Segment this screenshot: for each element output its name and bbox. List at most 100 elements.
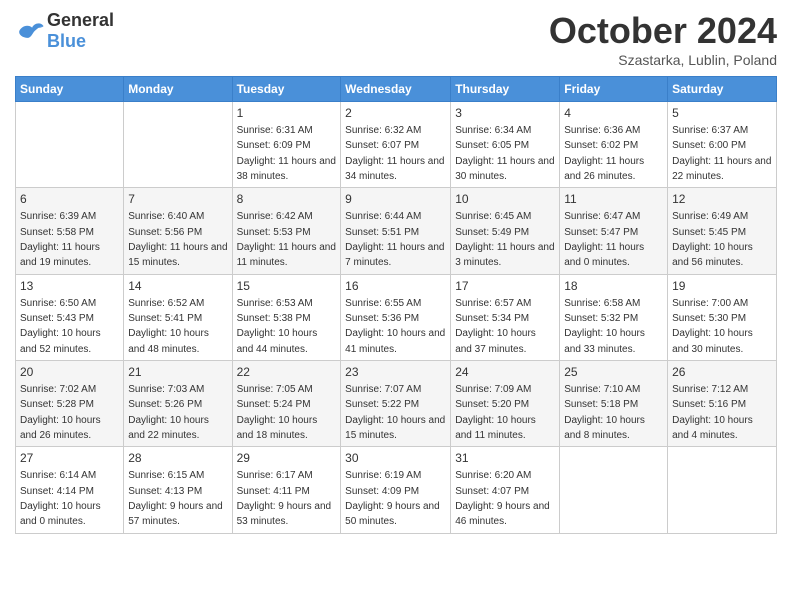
day-info: Sunrise: 6:49 AMSunset: 5:45 PMDaylight:… <box>672 211 753 268</box>
day-cell: 18Sunrise: 6:58 AMSunset: 5:32 PMDayligh… <box>560 274 668 360</box>
day-info: Sunrise: 6:37 AMSunset: 6:00 PMDaylight:… <box>672 125 771 182</box>
week-row-0: 1 Sunrise: 6:31 AMSunset: 6:09 PMDaylight… <box>16 102 777 188</box>
week-row-1: 6 Sunrise: 6:39 AMSunset: 5:58 PMDaylight… <box>16 188 777 274</box>
day-cell: 16 Sunrise: 6:55 AMSunset: 5:36 PMDayligh… <box>341 274 451 360</box>
day-info: Sunrise: 6:52 AMSunset: 5:41 PMDaylight:… <box>128 298 209 355</box>
day-info: Sunrise: 6:39 AMSunset: 5:58 PMDaylight:… <box>20 211 100 268</box>
header: General Blue October 2024 Szastarka, Lub… <box>15 10 777 68</box>
day-number: 1 <box>237 105 337 122</box>
day-number: 16 <box>345 278 446 295</box>
day-cell: 7 Sunrise: 6:40 AMSunset: 5:56 PMDaylight… <box>124 188 232 274</box>
header-monday: Monday <box>124 77 232 102</box>
day-info: Sunrise: 7:10 AMSunset: 5:18 PMDaylight:… <box>564 384 645 441</box>
day-number: 4 <box>564 105 663 122</box>
day-number: 11 <box>564 191 663 208</box>
logo-general: General <box>47 10 114 30</box>
day-number: 2 <box>345 105 446 122</box>
day-info: Sunrise: 7:07 AMSunset: 5:22 PMDaylight:… <box>345 384 445 441</box>
day-info: Sunrise: 6:40 AMSunset: 5:56 PMDaylight:… <box>128 211 227 268</box>
day-info: Sunrise: 7:12 AMSunset: 5:16 PMDaylight:… <box>672 384 753 441</box>
day-cell <box>124 102 232 188</box>
day-cell: 10 Sunrise: 6:45 AMSunset: 5:49 PMDayligh… <box>451 188 560 274</box>
day-cell <box>668 447 777 533</box>
day-info: Sunrise: 7:03 AMSunset: 5:26 PMDaylight:… <box>128 384 209 441</box>
day-number: 14 <box>128 278 227 295</box>
day-cell: 17 Sunrise: 6:57 AMSunset: 5:34 PMDayligh… <box>451 274 560 360</box>
logo-blue: Blue <box>47 31 86 51</box>
week-row-4: 27 Sunrise: 6:14 AMSunset: 4:14 PMDayligh… <box>16 447 777 533</box>
day-cell: 3Sunrise: 6:34 AMSunset: 6:05 PMDaylight… <box>451 102 560 188</box>
day-cell: 30Sunrise: 6:19 AMSunset: 4:09 PMDayligh… <box>341 447 451 533</box>
day-number: 31 <box>455 450 555 467</box>
day-cell: 2 Sunrise: 6:32 AMSunset: 6:07 PMDaylight… <box>341 102 451 188</box>
day-info: Sunrise: 6:36 AMSunset: 6:02 PMDaylight:… <box>564 125 644 182</box>
day-number: 13 <box>20 278 119 295</box>
logo-icon <box>15 19 45 43</box>
day-number: 21 <box>128 364 227 381</box>
day-cell: 6 Sunrise: 6:39 AMSunset: 5:58 PMDaylight… <box>16 188 124 274</box>
day-info: Sunrise: 6:57 AMSunset: 5:34 PMDaylight:… <box>455 298 536 355</box>
day-info: Sunrise: 6:31 AMSunset: 6:09 PMDaylight:… <box>237 125 336 182</box>
day-cell: 5 Sunrise: 6:37 AMSunset: 6:00 PMDaylight… <box>668 102 777 188</box>
day-cell <box>560 447 668 533</box>
day-number: 7 <box>128 191 227 208</box>
day-number: 6 <box>20 191 119 208</box>
day-cell: 12 Sunrise: 6:49 AMSunset: 5:45 PMDayligh… <box>668 188 777 274</box>
day-info: Sunrise: 7:00 AMSunset: 5:30 PMDaylight:… <box>672 298 753 355</box>
day-number: 30 <box>345 450 446 467</box>
day-info: Sunrise: 6:44 AMSunset: 5:51 PMDaylight:… <box>345 211 444 268</box>
header-saturday: Saturday <box>668 77 777 102</box>
header-sunday: Sunday <box>16 77 124 102</box>
day-number: 3 <box>455 105 555 122</box>
header-tuesday: Tuesday <box>232 77 341 102</box>
day-number: 27 <box>20 450 119 467</box>
day-info: Sunrise: 6:47 AMSunset: 5:47 PMDaylight:… <box>564 211 644 268</box>
day-info: Sunrise: 6:55 AMSunset: 5:36 PMDaylight:… <box>345 298 445 355</box>
header-wednesday: Wednesday <box>341 77 451 102</box>
day-number: 9 <box>345 191 446 208</box>
day-info: Sunrise: 6:15 AMSunset: 4:13 PMDaylight:… <box>128 470 223 527</box>
day-cell: 15 Sunrise: 6:53 AMSunset: 5:38 PMDayligh… <box>232 274 341 360</box>
day-cell: 9 Sunrise: 6:44 AMSunset: 5:51 PMDaylight… <box>341 188 451 274</box>
day-number: 5 <box>672 105 772 122</box>
day-number: 19 <box>672 278 772 295</box>
day-info: Sunrise: 7:02 AMSunset: 5:28 PMDaylight:… <box>20 384 101 441</box>
day-cell: 11 Sunrise: 6:47 AMSunset: 5:47 PMDayligh… <box>560 188 668 274</box>
day-cell: 31 Sunrise: 6:20 AMSunset: 4:07 PMDayligh… <box>451 447 560 533</box>
week-row-2: 13 Sunrise: 6:50 AMSunset: 5:43 PMDayligh… <box>16 274 777 360</box>
day-number: 12 <box>672 191 772 208</box>
day-cell: 22Sunrise: 7:05 AMSunset: 5:24 PMDayligh… <box>232 361 341 447</box>
day-info: Sunrise: 6:50 AMSunset: 5:43 PMDaylight:… <box>20 298 101 355</box>
day-cell: 1 Sunrise: 6:31 AMSunset: 6:09 PMDaylight… <box>232 102 341 188</box>
day-cell: 26Sunrise: 7:12 AMSunset: 5:16 PMDayligh… <box>668 361 777 447</box>
calendar-table: Sunday Monday Tuesday Wednesday Thursday… <box>15 76 777 534</box>
day-cell: 24 Sunrise: 7:09 AMSunset: 5:20 PMDayligh… <box>451 361 560 447</box>
day-cell: 4 Sunrise: 6:36 AMSunset: 6:02 PMDaylight… <box>560 102 668 188</box>
day-info: Sunrise: 6:53 AMSunset: 5:38 PMDaylight:… <box>237 298 318 355</box>
day-cell <box>16 102 124 188</box>
logo-text: General Blue <box>47 10 114 52</box>
day-number: 24 <box>455 364 555 381</box>
day-info: Sunrise: 6:20 AMSunset: 4:07 PMDaylight:… <box>455 470 550 527</box>
header-friday: Friday <box>560 77 668 102</box>
day-cell: 27 Sunrise: 6:14 AMSunset: 4:14 PMDayligh… <box>16 447 124 533</box>
week-row-3: 20Sunrise: 7:02 AMSunset: 5:28 PMDayligh… <box>16 361 777 447</box>
day-number: 17 <box>455 278 555 295</box>
day-info: Sunrise: 6:58 AMSunset: 5:32 PMDaylight:… <box>564 298 645 355</box>
day-cell: 29Sunrise: 6:17 AMSunset: 4:11 PMDayligh… <box>232 447 341 533</box>
title-area: October 2024 Szastarka, Lublin, Poland <box>549 10 777 68</box>
header-thursday: Thursday <box>451 77 560 102</box>
day-info: Sunrise: 7:09 AMSunset: 5:20 PMDaylight:… <box>455 384 536 441</box>
day-number: 15 <box>237 278 337 295</box>
day-cell: 20Sunrise: 7:02 AMSunset: 5:28 PMDayligh… <box>16 361 124 447</box>
day-cell: 23Sunrise: 7:07 AMSunset: 5:22 PMDayligh… <box>341 361 451 447</box>
day-info: Sunrise: 6:32 AMSunset: 6:07 PMDaylight:… <box>345 125 444 182</box>
day-number: 10 <box>455 191 555 208</box>
day-info: Sunrise: 6:14 AMSunset: 4:14 PMDaylight:… <box>20 470 101 527</box>
day-info: Sunrise: 7:05 AMSunset: 5:24 PMDaylight:… <box>237 384 318 441</box>
days-header-row: Sunday Monday Tuesday Wednesday Thursday… <box>16 77 777 102</box>
day-cell: 28Sunrise: 6:15 AMSunset: 4:13 PMDayligh… <box>124 447 232 533</box>
day-cell: 19 Sunrise: 7:00 AMSunset: 5:30 PMDayligh… <box>668 274 777 360</box>
day-cell: 25Sunrise: 7:10 AMSunset: 5:18 PMDayligh… <box>560 361 668 447</box>
day-info: Sunrise: 6:45 AMSunset: 5:49 PMDaylight:… <box>455 211 554 268</box>
